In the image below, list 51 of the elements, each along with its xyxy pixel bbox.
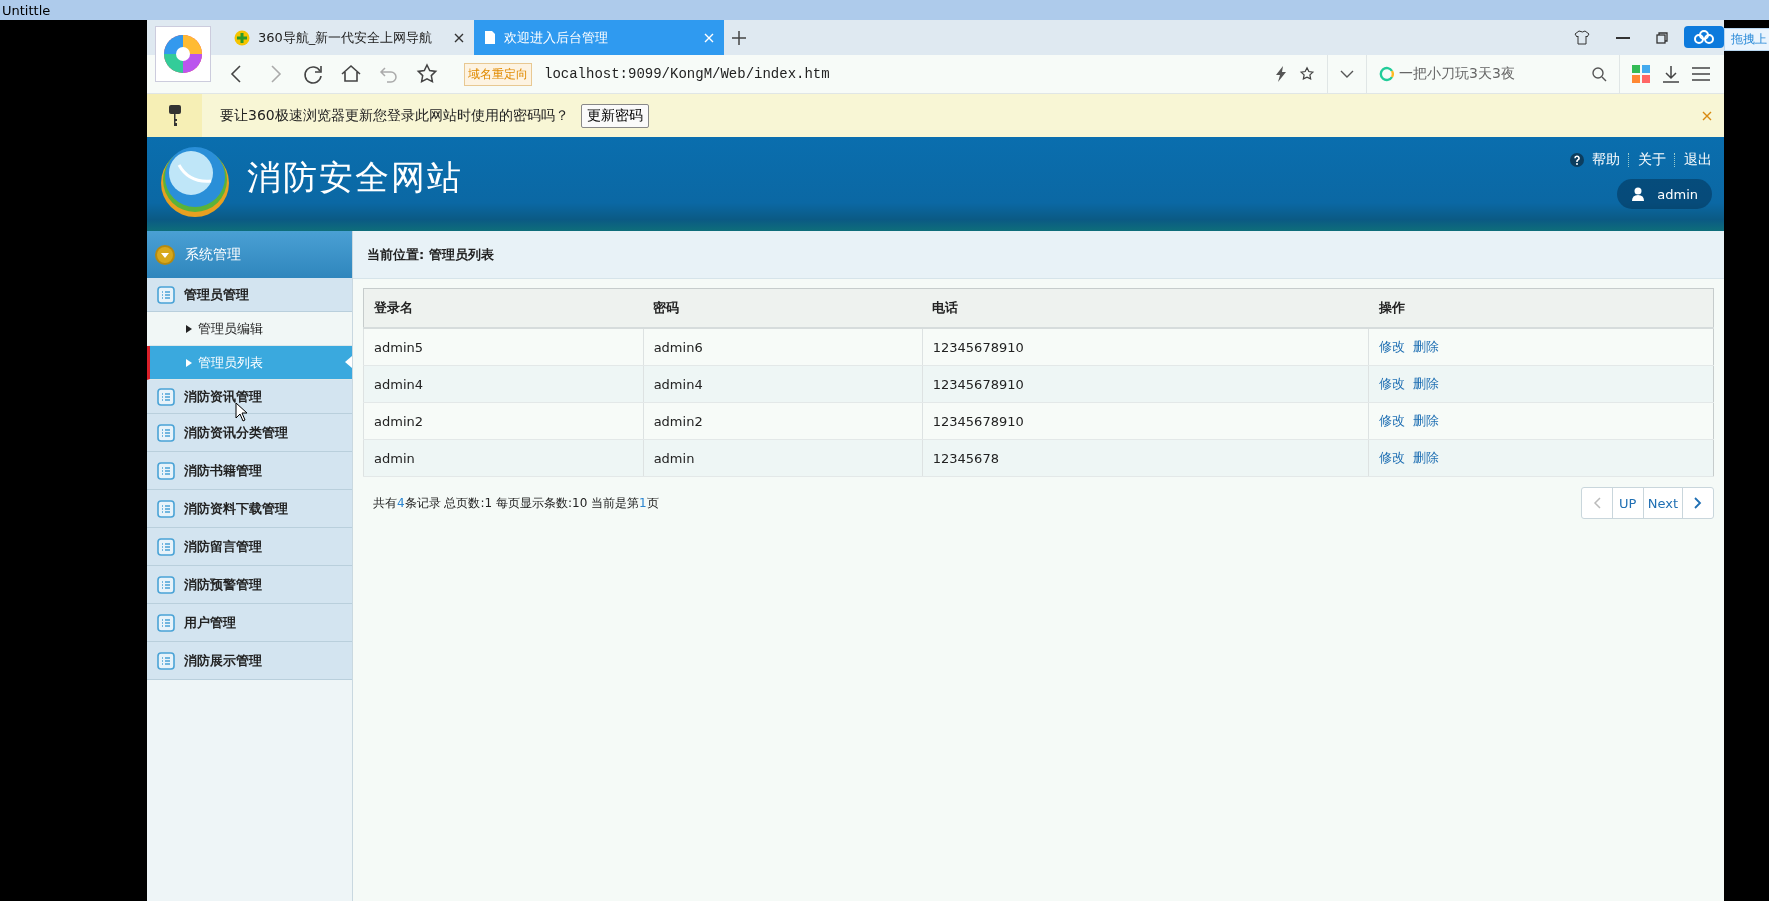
window-title: Untittle [1,2,51,18]
action-link[interactable]: 删除 [1413,450,1440,465]
table-cell: admin2 [643,402,923,440]
search-field[interactable]: 一把小刀玩3天3夜 [1379,65,1579,83]
table-cell: 12345678910 [922,402,1369,440]
url-field[interactable]: localhost:9099/KongM/Web/index.htm [544,66,1263,82]
column-header: 电话 [922,288,1369,328]
column-header: 密码 [643,288,923,328]
table-cell: 12345678910 [922,365,1369,403]
header-link[interactable]: 关于 [1638,151,1666,169]
table-cell: admin [363,439,644,477]
action-link[interactable]: 删除 [1413,376,1440,391]
sidebar-item[interactable]: 消防资讯管理 [147,380,352,414]
browser-tab[interactable]: 360导航_新一代安全上网导航 [224,20,474,55]
sidebar-item[interactable]: 消防资料下载管理 [147,490,352,528]
user-badge[interactable]: admin [1617,179,1712,209]
table-cell: 12345678910 [922,328,1369,366]
table-cell: admin5 [363,328,644,366]
header-link[interactable]: 帮助 [1592,151,1620,169]
column-header: 操作 [1368,288,1714,328]
action-link[interactable]: 修改 [1379,376,1406,391]
sidebar-item[interactable]: 消防书籍管理 [147,452,352,490]
sidebar-item[interactable]: 消防资讯分类管理 [147,414,352,452]
table-cell: admin4 [643,365,923,403]
table-cell: admin [643,439,923,477]
table-cell: admin2 [363,402,644,440]
sidebar-item[interactable]: 管理员管理 [147,278,352,312]
page-link[interactable]: UP [1612,488,1644,518]
breadcrumb: 当前位置: 管理员列表 [367,245,494,264]
action-link[interactable]: 修改 [1379,450,1406,465]
record-summary: 共有4条记录 总页数:1 每页显示条数:10 当前是第1页 [373,494,659,512]
action-link[interactable]: 删除 [1413,339,1440,354]
action-link[interactable]: 删除 [1413,413,1440,428]
page-link[interactable]: Next [1643,488,1683,518]
update-password-button[interactable]: 更新密码 [580,103,649,128]
sidebar-item[interactable]: 用户管理 [147,604,352,642]
header-link[interactable]: 退出 [1684,151,1712,169]
sidebar-item[interactable]: 消防展示管理 [147,642,352,680]
sidebar-header[interactable]: 系统管理 [147,231,352,278]
sidebar-item[interactable]: 消防预警管理 [147,566,352,604]
table-cell: admin4 [363,365,644,403]
table-cell: admin6 [643,328,923,366]
browser-tab[interactable]: 欢迎进入后台管理 [474,20,724,55]
column-header: 登录名 [363,288,644,328]
action-link[interactable]: 修改 [1379,413,1406,428]
upload-label[interactable]: 拖拽上 [1724,28,1769,51]
password-prompt: 要让360极速浏览器更新您登录此网站时使用的密码吗？ [220,106,569,125]
action-link[interactable]: 修改 [1379,339,1406,354]
table-cell: 12345678 [922,439,1369,477]
sidebar-item[interactable]: 消防留言管理 [147,528,352,566]
site-title: 消防安全网站 [247,156,463,199]
